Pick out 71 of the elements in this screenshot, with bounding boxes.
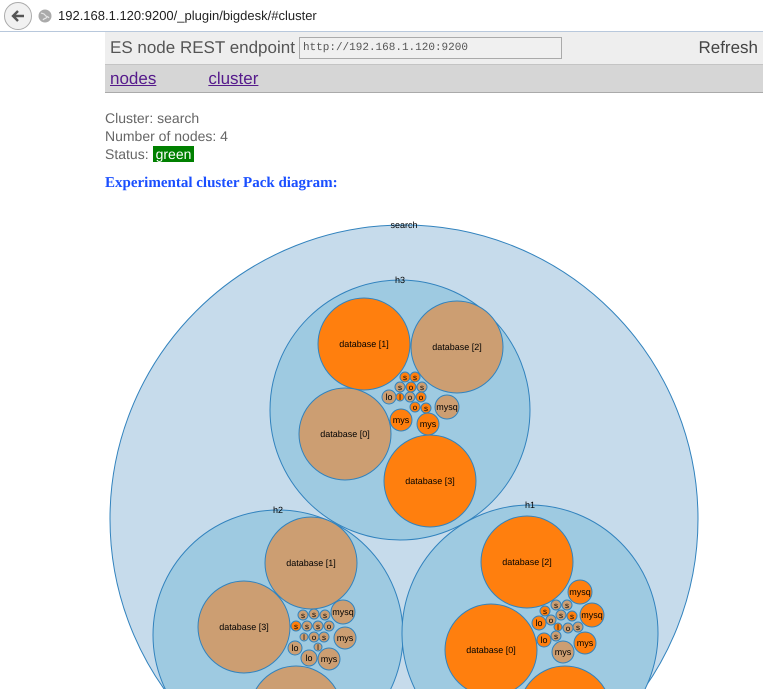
node-label: h3 (395, 275, 405, 285)
shard-label: s (294, 622, 298, 631)
shard-label: s (312, 610, 316, 619)
shard-label: o (418, 393, 424, 402)
shard-label: s (570, 612, 574, 621)
shard-label: mys (392, 415, 410, 425)
status-badge: green (152, 146, 194, 162)
shard-label: database [0] (320, 429, 370, 439)
shard-label: s (554, 601, 558, 610)
endpoint-label: ES node REST endpoint (110, 38, 295, 58)
shard-label: s (565, 601, 569, 610)
shard-label: s (576, 623, 580, 632)
shard-label: o (408, 393, 412, 402)
shard-label: mys (420, 419, 436, 429)
shard-label: o (312, 633, 316, 642)
shard-label: s (559, 611, 563, 620)
endpoint-field[interactable]: http://192.168.1.120:9200 (298, 37, 562, 59)
shard-label: mys (554, 647, 572, 657)
shard-label: mysq (436, 402, 458, 412)
shard-label: mys (336, 633, 354, 643)
shard-label: database [1] (339, 339, 389, 349)
shard-label: database [3] (405, 476, 455, 486)
shard-label: s (413, 373, 417, 382)
shard-label: l (317, 643, 319, 652)
shard-label: l (303, 633, 305, 642)
shard-label: o (412, 403, 418, 412)
shard-label: s (398, 383, 402, 392)
shard-label: o (408, 383, 414, 392)
back-button[interactable] (4, 2, 32, 30)
shard-label: database [3] (219, 622, 269, 632)
shard-label: database [2] (432, 342, 482, 352)
node-count-text: Number of nodes: 4 (105, 127, 229, 145)
nav-link[interactable]: nodes (110, 68, 156, 88)
back-arrow-icon (10, 8, 26, 24)
shard-label: mys (576, 638, 594, 648)
shard-label: s (316, 622, 320, 631)
shard-label: lo (292, 643, 298, 653)
shard-label: l (399, 393, 401, 402)
shard-label: mysq (569, 587, 591, 597)
shard-label: s (305, 622, 309, 631)
shard-label: s (420, 383, 424, 392)
shard-label: mysq (581, 610, 603, 620)
nav-link[interactable]: cluster (208, 68, 258, 88)
status-label: Status: (105, 146, 149, 162)
shard-label: l (557, 623, 559, 632)
shard-label: database [0] (466, 645, 516, 655)
shard-label: lo (540, 635, 548, 645)
shard-label: o (326, 622, 332, 631)
shard-label: lo (536, 618, 542, 628)
shard-label: s (322, 633, 326, 642)
shard-label: s (543, 607, 547, 616)
shard-label: mysq (332, 607, 354, 617)
refresh-link[interactable]: Refresh (698, 38, 758, 58)
shard-label: s (424, 404, 428, 413)
shard-label: s (403, 373, 407, 382)
shard-label: s (554, 632, 558, 641)
shard-label: s (323, 611, 327, 620)
shard-label: o (548, 616, 554, 625)
shard-label: lo (386, 392, 392, 402)
globe-icon (38, 8, 52, 22)
shard-label: s (301, 611, 305, 620)
node-label: h2 (273, 505, 283, 515)
shard-label: o (566, 624, 570, 633)
diagram-title: Experimental cluster Pack diagram: (105, 175, 339, 192)
node-label: h1 (525, 500, 535, 510)
shard-label: database [2] (502, 557, 552, 567)
url-text[interactable]: 192.168.1.120:9200/_plugin/bigdesk/#cluster (58, 8, 317, 23)
cluster-name-text: Cluster: search (105, 109, 200, 127)
shard-label: database [1] (286, 558, 336, 568)
shard-label: lo (306, 653, 312, 663)
shard-label: mys (320, 654, 338, 664)
